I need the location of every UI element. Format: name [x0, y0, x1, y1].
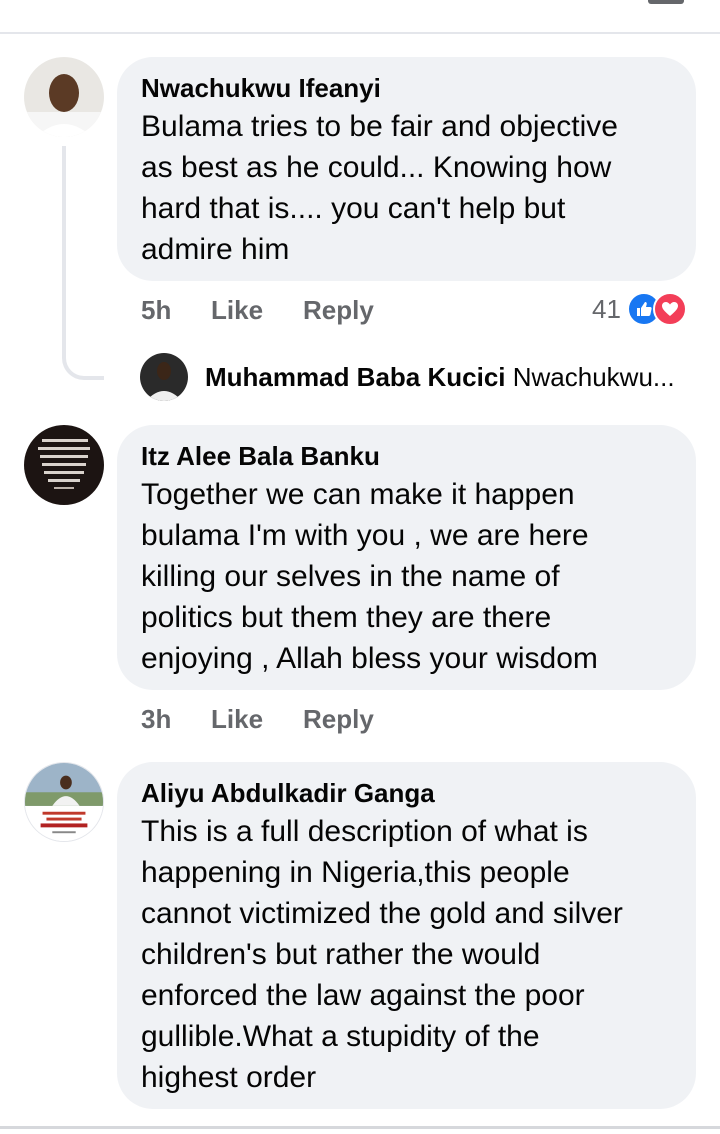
reaction-summary[interactable]: 41 — [592, 292, 687, 326]
comment-text: Bulama tries to be fair and objective as… — [141, 110, 618, 266]
top-divider — [0, 32, 720, 34]
comment-actions: 5h Like Reply — [141, 295, 374, 326]
comment-author[interactable]: Aliyu Abdulkadir Ganga — [141, 776, 672, 810]
comment-timestamp[interactable]: 3h — [141, 704, 211, 735]
love-icon — [652, 292, 687, 326]
like-button[interactable]: Like — [211, 704, 303, 735]
reply-snippet: Nwachukwu... — [512, 362, 675, 392]
reaction-count: 41 — [592, 293, 621, 324]
comment-author[interactable]: Itz Alee Bala Banku — [141, 439, 672, 473]
like-button[interactable]: Like — [211, 295, 303, 326]
reply-thread-line — [62, 146, 104, 380]
avatar-itz-alee[interactable] — [24, 425, 104, 505]
comment-bubble: Nwachukwu Ifeanyi Bulama tries to be fai… — [117, 57, 696, 281]
comment-timestamp[interactable]: 5h — [141, 295, 211, 326]
reply-preview[interactable]: Muhammad Baba Kucici Nwachukwu... — [205, 360, 675, 394]
comment-actions: 3h Like Reply — [141, 704, 374, 735]
avatar-nwachukwu[interactable] — [24, 57, 104, 137]
bottom-divider — [0, 1126, 720, 1129]
reply-author[interactable]: Muhammad Baba Kucici — [205, 362, 506, 392]
avatar-aliyu[interactable] — [24, 762, 104, 842]
reply-button[interactable]: Reply — [303, 704, 374, 735]
avatar-muhammad[interactable] — [140, 353, 188, 401]
top-menu-icon[interactable] — [648, 0, 684, 4]
comment-text: Together we can make it happen bulama I'… — [141, 478, 598, 675]
comment-bubble: Itz Alee Bala Banku Together we can make… — [117, 425, 696, 690]
comment-text: This is a full description of what is ha… — [141, 815, 623, 1094]
comment-bubble: Aliyu Abdulkadir Ganga This is a full de… — [117, 762, 696, 1109]
comment-author[interactable]: Nwachukwu Ifeanyi — [141, 71, 672, 105]
reply-button[interactable]: Reply — [303, 295, 374, 326]
